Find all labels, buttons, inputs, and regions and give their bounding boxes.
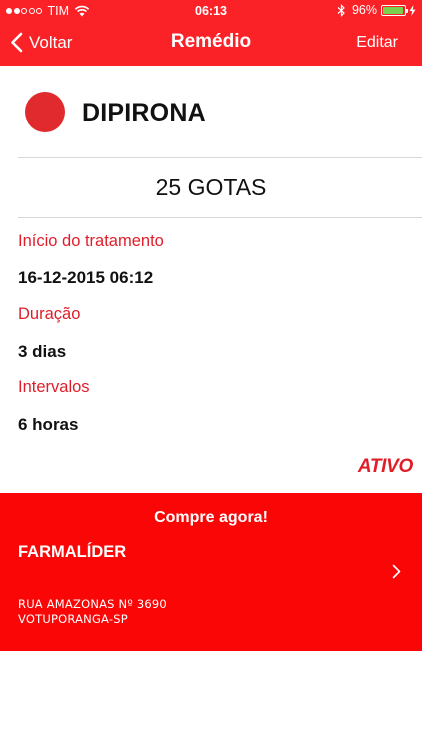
- chevron-right-icon: [392, 564, 401, 579]
- battery-icon: [381, 4, 408, 16]
- edit-button[interactable]: Editar: [356, 34, 398, 52]
- bluetooth-icon: [337, 3, 345, 17]
- nav-header: TIM 06:13 96% Voltar Remédio Editar: [0, 0, 422, 66]
- store-address-line2: VOTUPORANGA-SP: [18, 612, 128, 626]
- duration-value: 3 dias: [18, 342, 67, 361]
- buy-now-banner[interactable]: Compre agora! FARMALÍDER RUA AMAZONAS Nº…: [0, 493, 422, 651]
- battery-percent: 96%: [351, 3, 377, 17]
- interval-label: Intervalos: [18, 378, 90, 396]
- store-name: FARMALÍDER: [18, 543, 127, 561]
- medicine-name: DIPIRONA: [82, 99, 206, 127]
- start-date-label: Início do tratamento: [18, 232, 164, 250]
- duration-label: Duração: [18, 305, 81, 323]
- start-date-value: 16-12-2015 06:12: [18, 268, 154, 287]
- medicine-color-dot: [25, 92, 65, 132]
- battery-tip: [406, 8, 408, 13]
- divider: [18, 217, 422, 218]
- medicine-header: DIPIRONA: [0, 66, 422, 158]
- battery-level-fill: [383, 6, 404, 14]
- status-bar: TIM 06:13 96%: [0, 0, 422, 22]
- status-right: 96%: [337, 3, 416, 17]
- divider: [18, 157, 422, 158]
- bolt-icon: [409, 4, 416, 16]
- promo-title: Compre agora!: [154, 509, 268, 526]
- status-badge: ATIVO: [357, 456, 413, 477]
- store-address-line1: RUA AMAZONAS Nº 3690: [18, 597, 167, 611]
- interval-value: 6 horas: [18, 415, 79, 434]
- medicine-dose: 25 GOTAS: [155, 174, 267, 200]
